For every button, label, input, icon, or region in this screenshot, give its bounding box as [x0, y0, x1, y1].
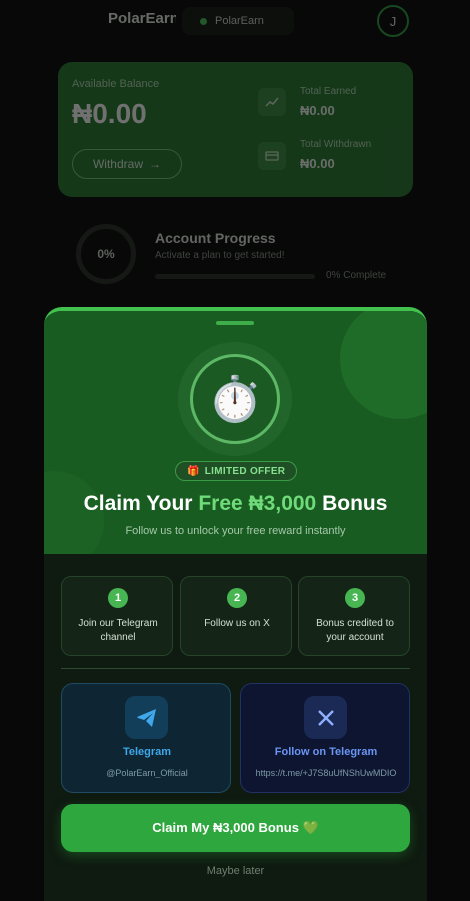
- telegram-icon: [125, 696, 168, 739]
- step-card: 1 Join our Telegram channel: [61, 576, 173, 656]
- divider: [61, 668, 410, 669]
- drag-handle[interactable]: [216, 321, 254, 325]
- step-text: Follow us on X: [204, 618, 270, 629]
- decorative-circle: [340, 311, 427, 419]
- total-earned-value: ₦0.00: [300, 103, 335, 118]
- bonus-modal: ⏱️ 🎁 LIMITED OFFER Claim Your Free ₦3,00…: [44, 307, 427, 901]
- total-withdrawn-value: ₦0.00: [300, 156, 335, 171]
- limited-offer-label: LIMITED OFFER: [204, 465, 286, 477]
- step-text: Join our Telegram channel: [78, 618, 158, 643]
- modal-header: ⏱️ 🎁 LIMITED OFFER Claim Your Free ₦3,00…: [44, 311, 427, 554]
- balance-label: Available Balance: [72, 78, 160, 90]
- app-logo: PolarEarn: [108, 10, 176, 27]
- account-progress: 0% Account Progress Activate a plan to g…: [58, 210, 413, 300]
- withdraw-label: Withdraw: [92, 157, 143, 171]
- telegram-title: Telegram: [122, 746, 172, 758]
- headline-highlight: Free ₦3,000: [198, 492, 317, 515]
- avatar[interactable]: J: [377, 5, 409, 37]
- stopwatch-icon: ⏱️: [190, 354, 280, 444]
- progress-percent: 0% Complete: [326, 270, 387, 281]
- headline-prefix: Claim Your: [83, 492, 199, 515]
- progress-ring: 0%: [76, 224, 136, 284]
- total-withdrawn-label: Total Withdrawn: [300, 139, 372, 150]
- x-card[interactable]: Follow on Telegram https://t.me/+J7S8uUf…: [240, 683, 410, 793]
- progress-title: Account Progress: [155, 230, 276, 246]
- balance-card: Available Balance ₦0.00 Withdraw → Total…: [58, 62, 413, 197]
- withdraw-button[interactable]: Withdraw →: [72, 149, 182, 179]
- balance-value: ₦0.00: [72, 98, 147, 129]
- card-icon: [258, 142, 286, 170]
- modal-headline: Claim Your Free ₦3,000 Bonus: [44, 492, 427, 516]
- step-card: 3 Bonus credited to your account: [298, 576, 410, 656]
- modal-subheadline: Follow us to unlock your free reward ins…: [125, 525, 346, 537]
- headline-suffix: Bonus: [316, 492, 388, 515]
- brand-pill: PolarEarn: [182, 7, 294, 35]
- total-earned-label: Total Earned: [300, 86, 357, 97]
- x-logo-icon: [304, 696, 347, 739]
- step-number: 1: [108, 588, 128, 608]
- step-text: Bonus credited to your account: [316, 618, 394, 643]
- x-card-link: https://t.me/+J7S8uUfNShUwMDIO: [255, 768, 397, 778]
- maybe-later-link[interactable]: Maybe later: [44, 865, 427, 877]
- step-number: 2: [227, 588, 247, 608]
- telegram-card[interactable]: Telegram @PolarEarn_Official: [61, 683, 231, 793]
- step-number: 3: [345, 588, 365, 608]
- arrow-right-icon: →: [149, 157, 161, 171]
- claim-bonus-button[interactable]: Claim My ₦3,000 Bonus 💚: [61, 804, 410, 852]
- progress-subtitle: Activate a plan to get started!: [155, 250, 285, 261]
- gift-icon: 🎁: [187, 465, 200, 477]
- progress-bar: [155, 274, 315, 279]
- x-card-title: Follow on Telegram: [274, 746, 378, 758]
- step-card: 2 Follow us on X: [180, 576, 292, 656]
- telegram-handle: @PolarEarn_Official: [106, 768, 188, 778]
- top-bar: PolarEarn PolarEarn J: [0, 0, 470, 42]
- limited-offer-badge: 🎁 LIMITED OFFER: [175, 461, 298, 481]
- status-dot-icon: [200, 17, 207, 25]
- trending-up-icon: [258, 88, 286, 116]
- brand-pill-label: PolarEarn: [215, 15, 264, 27]
